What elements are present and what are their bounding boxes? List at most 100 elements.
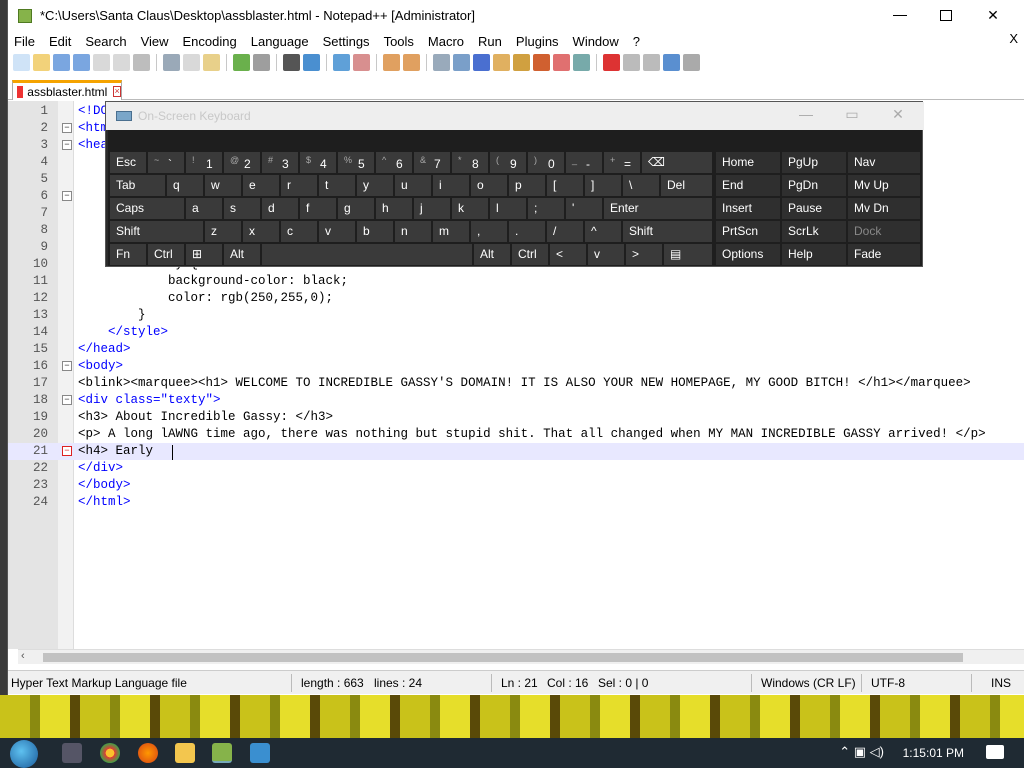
menu-help[interactable]: ? bbox=[626, 34, 647, 49]
key-3[interactable]: #3 bbox=[262, 152, 298, 173]
key-dock[interactable]: Dock bbox=[848, 221, 920, 242]
zoom-out-icon[interactable] bbox=[353, 54, 370, 71]
key-pgdn[interactable]: PgDn bbox=[782, 175, 846, 196]
close-button[interactable]: ✕ bbox=[970, 0, 1016, 30]
key-del[interactable]: Del bbox=[661, 175, 712, 196]
notepadpp-taskbar-icon[interactable] bbox=[212, 743, 232, 763]
key-prtscn[interactable]: PrtScn bbox=[716, 221, 780, 242]
key-d[interactable]: d bbox=[262, 198, 298, 219]
key-right-ctrl[interactable]: Ctrl bbox=[512, 244, 548, 265]
key-up-arrow[interactable]: ^ bbox=[585, 221, 621, 242]
menu-view[interactable]: View bbox=[134, 34, 176, 49]
play-macro-icon[interactable] bbox=[643, 54, 660, 71]
fold-collapse-icon[interactable]: − bbox=[62, 123, 72, 133]
maximize-button[interactable] bbox=[923, 0, 969, 30]
key-insert[interactable]: Insert bbox=[716, 198, 780, 219]
close-file-icon[interactable] bbox=[93, 54, 110, 71]
key-u[interactable]: u bbox=[395, 175, 431, 196]
doc-map-icon[interactable] bbox=[513, 54, 530, 71]
key-c[interactable]: c bbox=[281, 221, 317, 242]
close-all-icon[interactable] bbox=[113, 54, 130, 71]
key-x[interactable]: x bbox=[243, 221, 279, 242]
key-down-arrow[interactable]: v bbox=[588, 244, 624, 265]
tray-icons[interactable]: ⌃ ▣ ◁) bbox=[839, 744, 884, 760]
key-fn[interactable]: Fn bbox=[110, 244, 146, 265]
key-open-bracket[interactable]: [ bbox=[547, 175, 583, 196]
redo-icon[interactable] bbox=[253, 54, 270, 71]
key-comma[interactable]: , bbox=[471, 221, 507, 242]
key-b[interactable]: b bbox=[357, 221, 393, 242]
key-space[interactable] bbox=[262, 244, 472, 265]
key-right-arrow[interactable]: > bbox=[626, 244, 662, 265]
osk-close-button[interactable]: ✕ bbox=[878, 106, 918, 126]
key-backspace[interactable]: ⌫ bbox=[642, 152, 712, 173]
key-7[interactable]: & 7 bbox=[414, 152, 450, 173]
key-menu[interactable]: ▤ bbox=[664, 244, 712, 265]
key-backslash[interactable]: \ bbox=[623, 175, 659, 196]
copy-icon[interactable] bbox=[183, 54, 200, 71]
open-file-icon[interactable] bbox=[33, 54, 50, 71]
key-p[interactable]: p bbox=[509, 175, 545, 196]
key-caps[interactable]: Caps bbox=[110, 198, 184, 219]
key-i[interactable]: i bbox=[433, 175, 469, 196]
fold-collapse-icon[interactable]: − bbox=[62, 140, 72, 150]
key-help[interactable]: Help bbox=[782, 244, 846, 265]
undo-icon[interactable] bbox=[233, 54, 250, 71]
menu-plugins[interactable]: Plugins bbox=[509, 34, 566, 49]
key-h[interactable]: h bbox=[376, 198, 412, 219]
key-4[interactable]: $4 bbox=[300, 152, 336, 173]
key-n[interactable]: n bbox=[395, 221, 431, 242]
key-s[interactable]: s bbox=[224, 198, 260, 219]
run-macro-multiple-icon[interactable] bbox=[663, 54, 680, 71]
chrome-icon[interactable] bbox=[100, 743, 120, 763]
key-w[interactable]: w bbox=[205, 175, 241, 196]
document-close-button[interactable]: X bbox=[1002, 31, 1024, 46]
key-2[interactable]: @2 bbox=[224, 152, 260, 173]
key-a[interactable]: a bbox=[186, 198, 222, 219]
key-m[interactable]: m bbox=[433, 221, 469, 242]
sync-vertical-icon[interactable] bbox=[383, 54, 400, 71]
key-equals[interactable]: + = bbox=[604, 152, 640, 173]
task-view-icon[interactable] bbox=[62, 743, 82, 763]
key-1[interactable]: ! 1 bbox=[186, 152, 222, 173]
show-all-chars-icon[interactable] bbox=[453, 54, 470, 71]
save-macro-icon[interactable] bbox=[683, 54, 700, 71]
menu-macro[interactable]: Macro bbox=[421, 34, 471, 49]
udl-icon[interactable] bbox=[493, 54, 510, 71]
word-wrap-icon[interactable] bbox=[433, 54, 450, 71]
key-esc[interactable]: Esc bbox=[110, 152, 146, 173]
osk-maximize-button[interactable]: ▭ bbox=[832, 106, 872, 126]
key-nav[interactable]: Nav bbox=[848, 152, 920, 173]
menu-file[interactable]: File bbox=[8, 34, 42, 49]
key-backtick[interactable]: ~ ` bbox=[148, 152, 184, 173]
menu-edit[interactable]: Edit bbox=[42, 34, 78, 49]
sync-horizontal-icon[interactable] bbox=[403, 54, 420, 71]
key-mv-dn[interactable]: Mv Dn bbox=[848, 198, 920, 219]
key-tab[interactable]: Tab bbox=[110, 175, 165, 196]
menu-window[interactable]: Window bbox=[566, 34, 626, 49]
key-slash[interactable]: / bbox=[547, 221, 583, 242]
new-file-icon[interactable] bbox=[13, 54, 30, 71]
key-r[interactable]: r bbox=[281, 175, 317, 196]
key-k[interactable]: k bbox=[452, 198, 488, 219]
print-icon[interactable] bbox=[133, 54, 150, 71]
key-l[interactable]: l bbox=[490, 198, 526, 219]
key-v[interactable]: v bbox=[319, 221, 355, 242]
monitoring-icon[interactable] bbox=[573, 54, 590, 71]
function-list-icon[interactable] bbox=[533, 54, 550, 71]
fold-collapse-icon[interactable]: − bbox=[62, 395, 72, 405]
save-icon[interactable] bbox=[53, 54, 70, 71]
notification-icon[interactable] bbox=[986, 745, 1004, 759]
paste-icon[interactable] bbox=[203, 54, 220, 71]
keyboard-taskbar-icon[interactable] bbox=[250, 743, 270, 763]
key-t[interactable]: t bbox=[319, 175, 355, 196]
fold-collapse-icon[interactable]: − bbox=[62, 361, 72, 371]
key-6[interactable]: ^ 6 bbox=[376, 152, 412, 173]
start-button[interactable] bbox=[10, 740, 38, 768]
key-q[interactable]: q bbox=[167, 175, 203, 196]
key-options[interactable]: Options bbox=[716, 244, 780, 265]
key-windows[interactable]: ⊞ bbox=[186, 244, 222, 265]
scroll-left-icon[interactable]: ‹ bbox=[21, 650, 25, 662]
horizontal-scrollbar[interactable]: ‹ bbox=[18, 649, 1024, 664]
key-left-alt[interactable]: Alt bbox=[224, 244, 260, 265]
